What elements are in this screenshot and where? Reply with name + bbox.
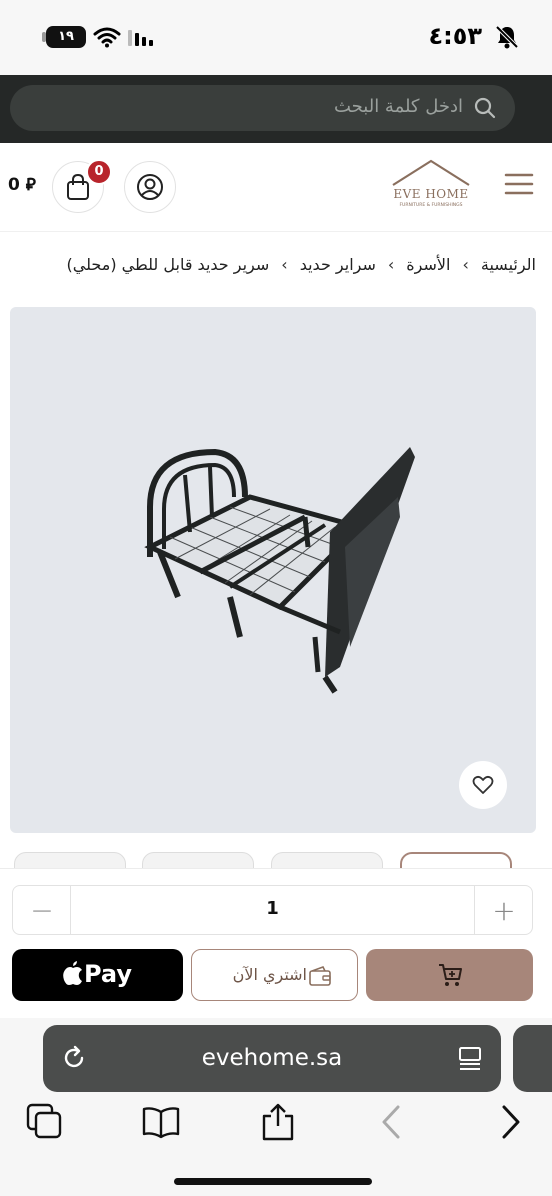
breadcrumb-current: سرير حديد قابل للطي (محلي) [66,255,270,274]
tabs-icon[interactable] [25,1102,65,1142]
home-indicator [174,1178,372,1185]
search-input[interactable]: ادخل كلمة البحث [10,85,515,131]
site-header: EVE HOME FURNITURE & FURNISHINGS 0 0 ⃁ [0,143,552,231]
address-text: evehome.sa [201,1045,343,1071]
add-to-cart-button[interactable] [366,949,533,1001]
status-bar: ٤:٥٣ ١٩ [0,0,552,75]
back-arrow-icon[interactable] [372,1102,412,1142]
user-icon [137,174,163,200]
buy-now-label: اشتري الآن [232,965,307,984]
breadcrumb: الرئيسية ‹ الأسرة ‹ سراير حديد ‹ سرير حد… [6,255,536,274]
cart-count-badge: 0 [86,159,112,185]
apple-pay-label: Pay [12,960,183,988]
breadcrumb-separator: ‹ [387,255,395,274]
wishlist-button[interactable] [459,761,507,809]
breadcrumb-iron-beds[interactable]: سراير حديد [300,255,376,274]
quantity-decrease-button[interactable]: − [13,886,71,934]
buy-now-button[interactable]: اشتري الآن [191,949,358,1001]
quantity-stepper: − 1 + [12,885,533,935]
battery-icon: ١٩ [46,26,86,48]
product-image[interactable] [10,307,536,833]
quantity-increase-button[interactable]: + [474,886,532,934]
minus-icon: − [30,894,54,927]
site-logo[interactable]: EVE HOME FURNITURE & FURNISHINGS [385,159,477,213]
heart-icon [472,775,494,794]
cellular-signal-icon [128,30,153,46]
wifi-icon [93,27,121,48]
plus-icon: + [492,894,516,927]
cart-icon [439,964,462,986]
logo-subtext: FURNITURE & FURNISHINGS [399,203,463,208]
breadcrumb-home[interactable]: الرئيسية [481,255,536,274]
account-button[interactable] [124,161,176,213]
search-placeholder: ادخل كلمة البحث [333,96,463,117]
breadcrumb-separator: ‹ [462,255,469,274]
purchase-panel: − 1 + Pay اشتري الآن [0,868,552,1018]
apple-logo-icon [63,961,82,985]
apple-pay-button[interactable]: Pay [12,949,183,1001]
wallet-icon [309,966,331,986]
apple-pay-text: Pay [83,960,133,988]
breadcrumb-beds[interactable]: الأسرة [406,255,450,274]
search-band: ادخل كلمة البحث [0,75,552,143]
logo-roof-icon [392,159,470,186]
forward-arrow-icon[interactable] [490,1102,530,1142]
share-icon[interactable] [258,1102,298,1142]
breadcrumb-separator: ‹ [281,255,288,274]
hamburger-menu-icon[interactable] [504,171,534,197]
bell-muted-icon [495,25,519,49]
next-tab-peek[interactable] [513,1025,552,1092]
cart-total: 0 ⃁ [8,175,36,195]
reader-mode-icon[interactable] [457,1045,483,1071]
logo-text: EVE HOME [393,187,469,201]
header-divider [0,231,552,232]
page: ٤:٥٣ ١٩ ادخل كلمة البحث EVE HOME FURNITU… [0,0,552,1196]
bookmarks-icon[interactable] [141,1102,181,1142]
status-time: ٤:٥٣ [428,22,482,50]
search-icon [474,97,496,119]
address-bar[interactable]: evehome.sa [43,1025,501,1092]
folding-iron-bed-image [144,447,415,694]
quantity-value[interactable]: 1 [71,898,474,919]
